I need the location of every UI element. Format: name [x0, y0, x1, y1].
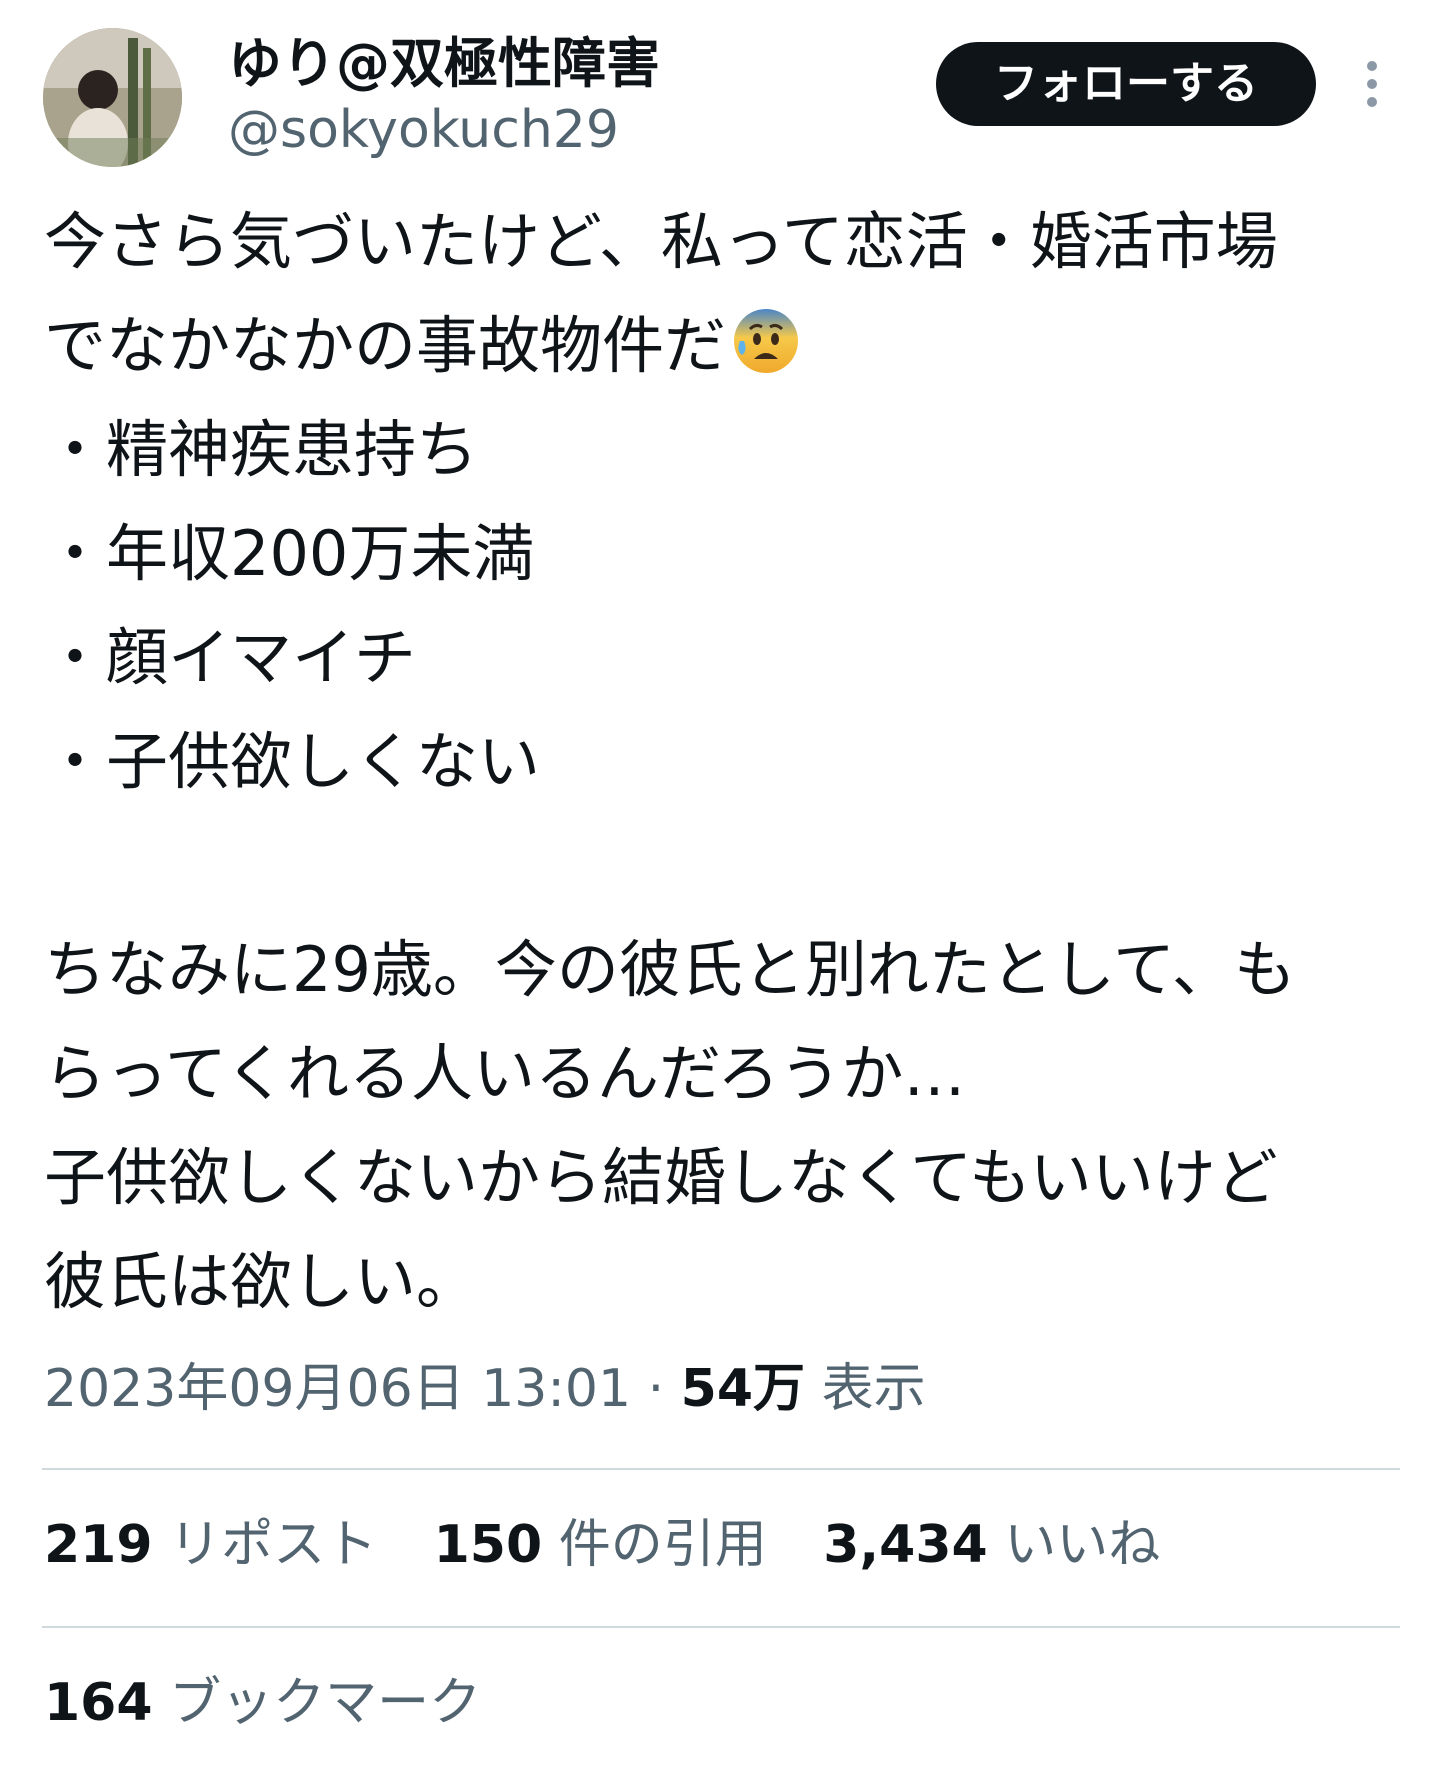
- tweet-meta: 2023年09月06日 13:01 · 54万 表示: [44, 1354, 926, 1424]
- tweet-text: 今さら気づいたけど、私って恋活・婚活市場 でなかなかの事故物件だ ・精神疾患持ち: [44, 190, 1414, 1334]
- tweet-line: ・顔イマイチ: [44, 621, 417, 694]
- tweet-line: ・子供欲しくない: [44, 725, 541, 798]
- likes-stat[interactable]: 3,434 いいね: [823, 1510, 1160, 1580]
- timestamp[interactable]: 2023年09月06日 13:01: [44, 1359, 631, 1419]
- user-handle[interactable]: @sokyokuch29: [228, 98, 619, 162]
- reposts-count: 219: [44, 1515, 153, 1575]
- meta-separator: ·: [647, 1359, 665, 1419]
- bookmarks-count: 164: [44, 1673, 153, 1733]
- tweet-line: 子供欲しくないから結婚しなくてもいいけど: [44, 1141, 1278, 1214]
- avatar[interactable]: [43, 28, 182, 167]
- quotes-label: 件の引用: [558, 1515, 767, 1575]
- tweet-line: ちなみに29歳。今の彼氏と別れたとして、も: [44, 933, 1296, 1006]
- tweet-line: ・年収200万未満: [44, 517, 535, 590]
- avatar-photo-icon: [43, 28, 182, 167]
- likes-count: 3,434: [823, 1515, 988, 1575]
- tweet-line: らってくれる人いるんだろうか…: [44, 1037, 966, 1110]
- divider: [42, 1468, 1400, 1470]
- divider: [42, 1626, 1400, 1628]
- views-count: 54万: [680, 1359, 806, 1419]
- anxious-face-with-sweat-icon: [730, 304, 802, 408]
- tweet-line: 今さら気づいたけど、私って恋活・婚活市場: [44, 205, 1278, 278]
- tweet-line: でなかなかの事故物件だ: [44, 294, 1414, 398]
- views-label: 表示: [821, 1359, 926, 1419]
- likes-label: いいね: [1004, 1515, 1161, 1575]
- tweet-card: ゆり@双極性障害 @sokyokuch29 フォローする 今さら気づいたけど、私…: [0, 0, 1440, 1766]
- bookmarks-label: ブックマーク: [169, 1673, 482, 1733]
- more-options-icon[interactable]: [1360, 60, 1384, 108]
- reposts-label: リポスト: [169, 1515, 378, 1575]
- quotes-stat[interactable]: 150 件の引用: [434, 1510, 767, 1580]
- reposts-stat[interactable]: 219 リポスト: [44, 1510, 377, 1580]
- tweet-line-text: でなかなかの事故物件だ: [44, 309, 727, 382]
- tweet-line: ・精神疾患持ち: [44, 413, 479, 486]
- display-name[interactable]: ゆり@双極性障害: [228, 30, 660, 98]
- bookmarks-stat[interactable]: 164 ブックマーク: [44, 1668, 521, 1738]
- tweet-line: 彼氏は欲しい。: [44, 1245, 479, 1318]
- engagement-stats: 219 リポスト 150 件の引用 3,434 いいね: [44, 1510, 1200, 1580]
- quotes-count: 150: [433, 1515, 543, 1575]
- follow-button[interactable]: フォローする: [936, 42, 1316, 126]
